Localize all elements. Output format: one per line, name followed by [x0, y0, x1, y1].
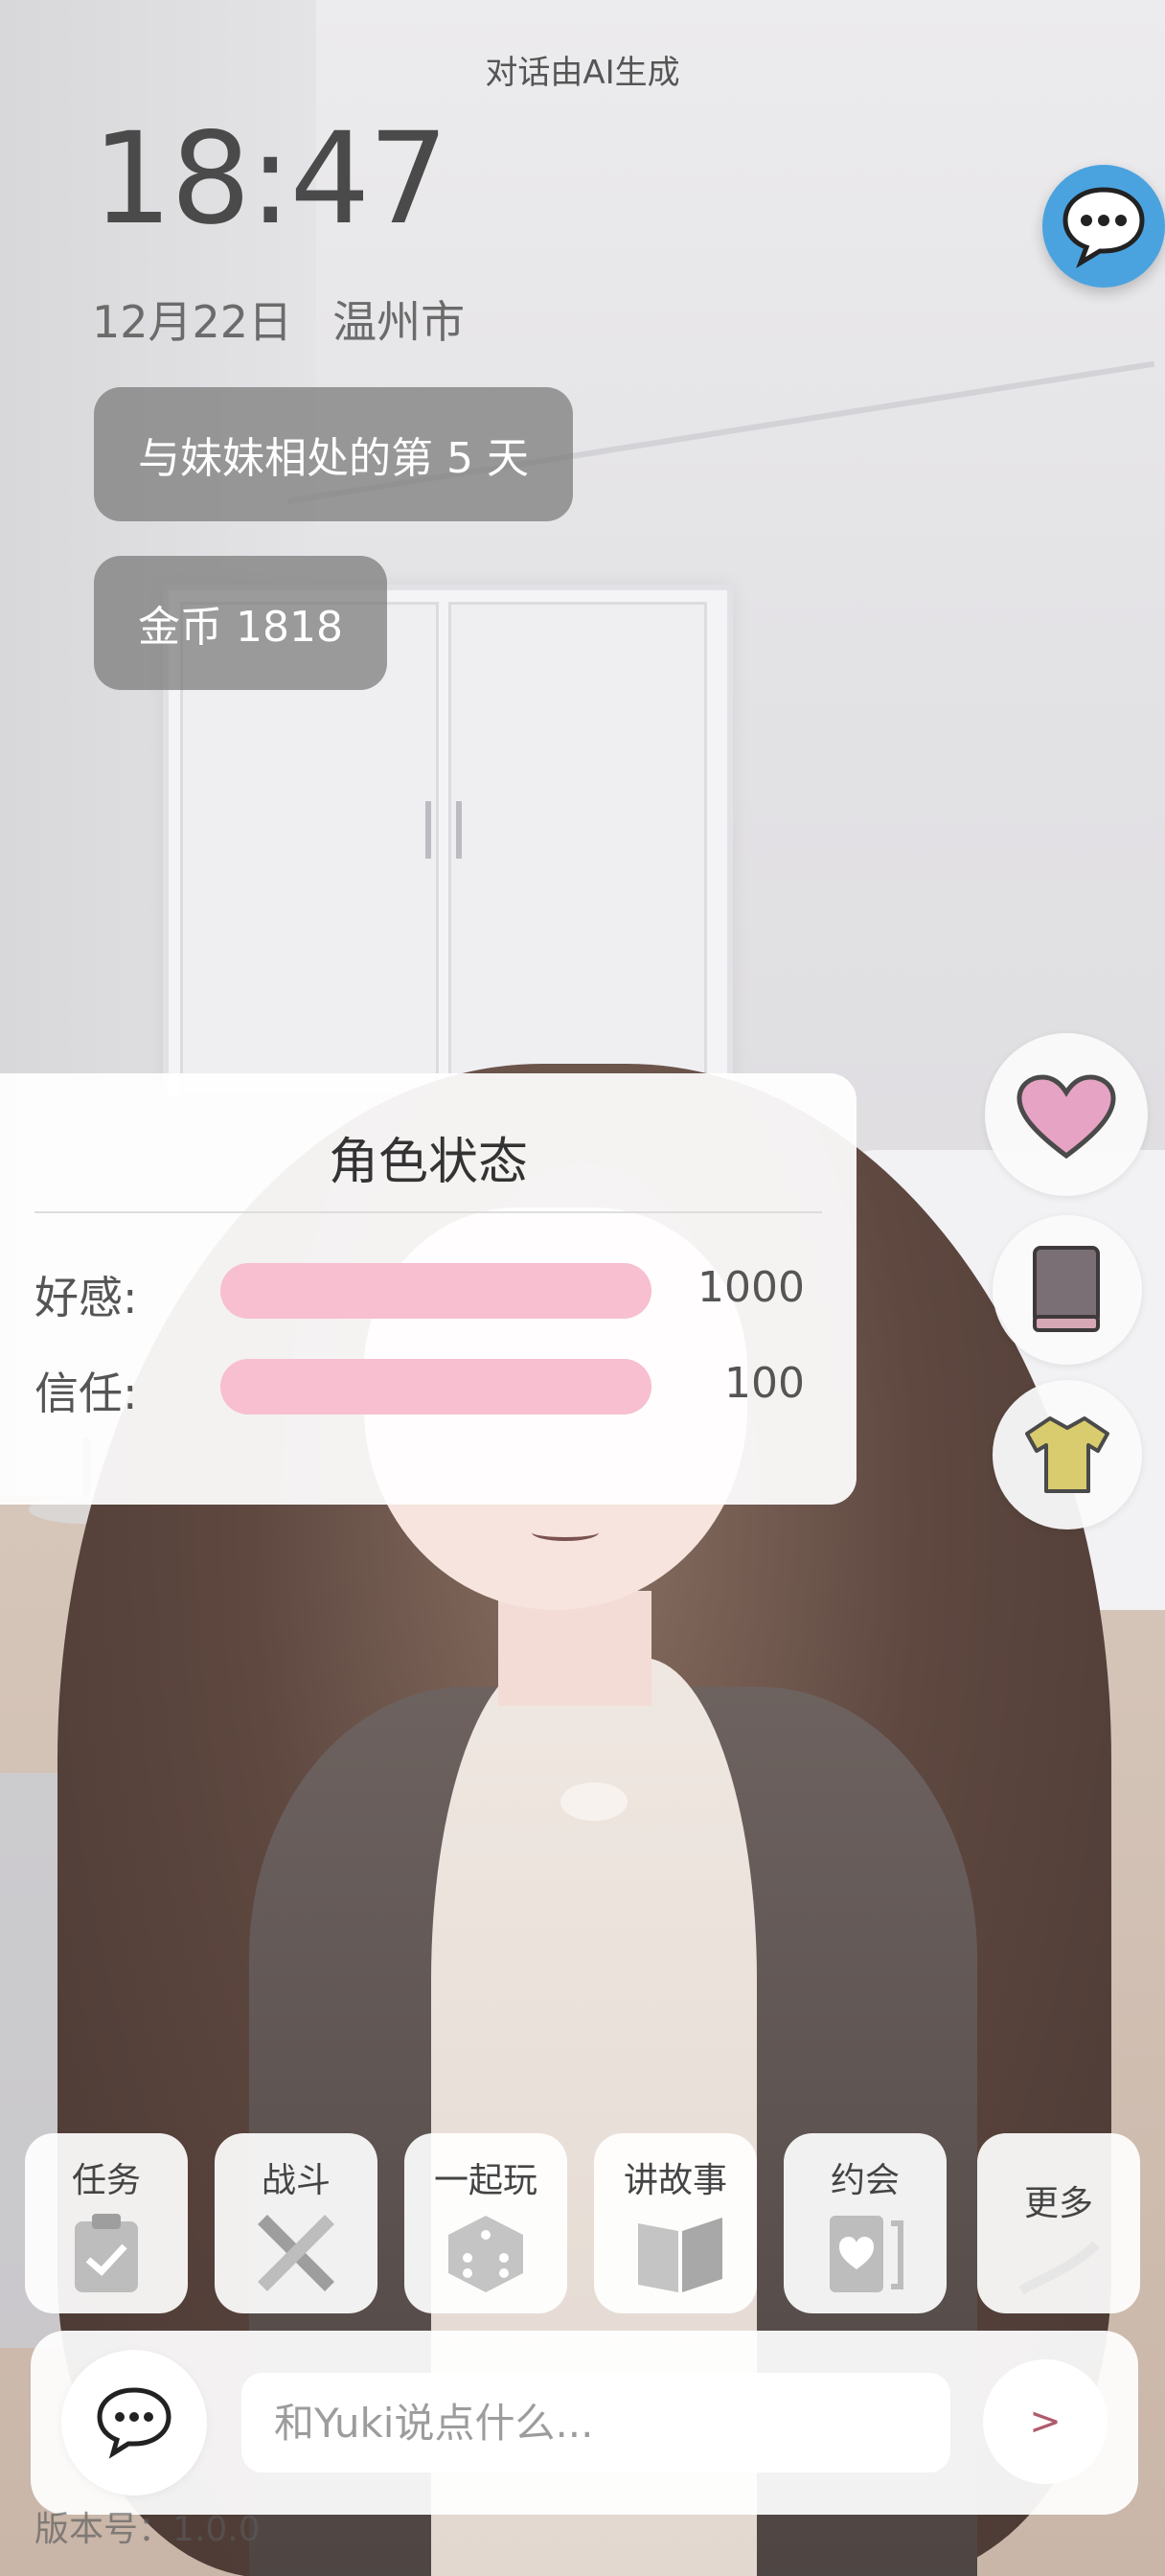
- chat-mode-button[interactable]: [61, 2350, 207, 2496]
- tile-label: 讲故事: [623, 2161, 727, 2200]
- stat-value: 100: [724, 1359, 805, 1408]
- trust-bar-fill: [220, 1359, 651, 1414]
- version-label: 版本号：1.0.0: [34, 2510, 261, 2549]
- chat-bubble-icon: [1062, 187, 1145, 268]
- character-ribbon: [560, 1782, 628, 1821]
- action-more[interactable]: 更多: [977, 2133, 1140, 2313]
- shirt-icon: [1025, 1416, 1109, 1493]
- clipboard-check-icon: [75, 2214, 138, 2292]
- open-book-icon: [638, 2218, 722, 2292]
- heart-icon: [1017, 1074, 1116, 1160]
- outfit-button[interactable]: [993, 1380, 1142, 1530]
- stat-label: 好感:: [34, 1272, 138, 1323]
- character-mouth: [532, 1524, 599, 1541]
- heart-card-icon: [830, 2216, 903, 2292]
- tile-label: 任务: [71, 2161, 141, 2200]
- action-tell-story[interactable]: 讲故事: [594, 2133, 757, 2313]
- action-play-together[interactable]: 一起玩: [404, 2133, 567, 2313]
- trust-bar: [220, 1359, 651, 1414]
- affection-bar: [220, 1263, 651, 1319]
- dice-icon: [448, 2216, 523, 2292]
- stat-row-trust: 信任: 100: [0, 1359, 805, 1419]
- more-icon: [1018, 2241, 1100, 2295]
- stat-label: 信任:: [34, 1368, 138, 1419]
- tile-label: 一起玩: [433, 2161, 537, 2200]
- chat-bubble-icon: [97, 2387, 171, 2459]
- days-together-badge: 与妹妹相处的第 5 天: [94, 387, 573, 521]
- send-button[interactable]: >: [983, 2359, 1108, 2484]
- tile-label: 战斗: [261, 2161, 331, 2200]
- stat-value: 1000: [697, 1263, 805, 1312]
- coins-badge: 金币 1818: [94, 556, 387, 690]
- ai-generated-note: 对话由AI生成: [485, 54, 680, 92]
- affection-button[interactable]: [985, 1033, 1148, 1196]
- crossed-swords-icon: [258, 2215, 334, 2291]
- affection-bar-fill: [220, 1263, 651, 1319]
- stat-row-affection: 好感: 1000: [0, 1263, 805, 1323]
- action-tasks[interactable]: 任务: [25, 2133, 188, 2313]
- action-date[interactable]: 约会: [784, 2133, 947, 2313]
- date-text: 12月22日: [92, 296, 293, 348]
- tile-label: 更多: [1023, 2184, 1093, 2223]
- clock-time: 18:47: [92, 105, 448, 253]
- book-icon: [1033, 1246, 1100, 1332]
- action-battle[interactable]: 战斗: [215, 2133, 377, 2313]
- date-location: 12月22日 温州市: [92, 288, 465, 351]
- message-input[interactable]: [241, 2373, 950, 2472]
- status-card-title: 角色状态: [328, 1134, 528, 1191]
- tile-label: 约会: [830, 2161, 900, 2200]
- chat-bubble-button[interactable]: [1042, 165, 1165, 288]
- divider: [34, 1211, 822, 1213]
- diary-button[interactable]: [993, 1215, 1142, 1365]
- city-text: 温州市: [332, 296, 466, 348]
